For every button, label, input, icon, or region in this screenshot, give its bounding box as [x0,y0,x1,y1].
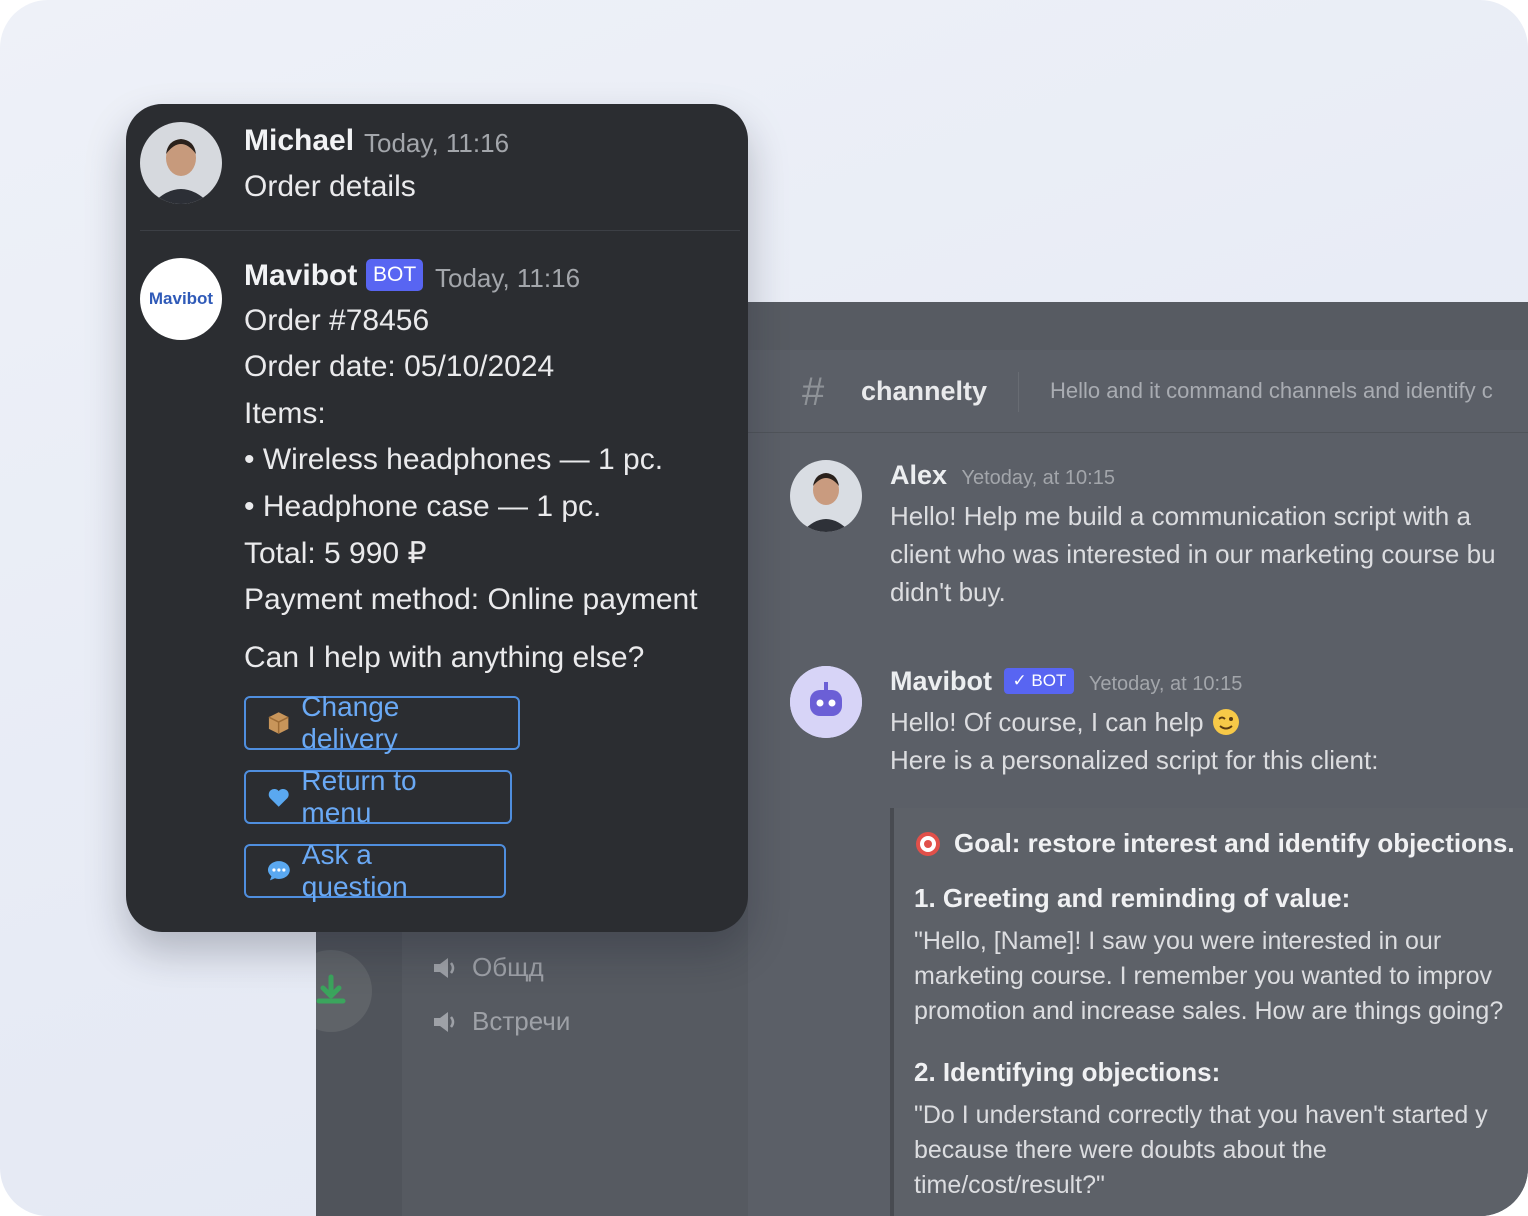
channel-name: channelty [861,376,988,406]
button-label: Ask a question [301,839,408,902]
channel-topic: Hello and it command channels and identi… [1050,378,1493,403]
voice-channel-label: Встречи [472,1006,571,1036]
timestamp: Yetoday, at 10:15 [1088,673,1243,695]
person-avatar-icon [140,122,222,204]
order-line: Payment method: Online payment [244,583,698,616]
embed-goal: Goal: restore interest and identify obje… [954,828,1515,858]
timestamp: Yetoday, at 10:15 [961,467,1115,489]
bot-embed: Goal: restore interest and identify obje… [890,808,1528,1216]
ask-question-button[interactable]: Ask a question [244,839,506,902]
avatar[interactable] [790,460,862,532]
embed-line: time/cost/result?" [914,1171,1105,1199]
embed-line: "Hello, [Name]! I saw you were intereste… [914,927,1442,955]
top-strip [748,302,1528,350]
stage: Общд Встречи # channelty Hello and it co… [0,0,1528,1216]
author-name[interactable]: Michael [244,124,354,158]
timestamp: Today, 11:16 [435,263,581,293]
hash-icon: # [802,370,825,414]
avatar[interactable] [140,122,222,204]
order-line: • Headphone case — 1 pc. [244,490,602,523]
bot-badge: ✓ BOT [1004,668,1075,694]
order-line: Order date: 05/10/2024 [244,350,555,383]
button-label: Return to menu [301,765,417,828]
robot-icon [790,666,862,738]
message-text: Hello! Of course, I can help Here is a p… [890,703,1528,779]
speaker-icon [434,957,455,978]
download-icon [316,974,346,1004]
embed-line: "Do I understand correctly that you have… [914,1101,1488,1129]
message-line: Here is a personalized script for this c… [890,745,1379,775]
message-line: client who was interested in our marketi… [890,539,1496,569]
speech-bubble-icon [267,861,290,881]
order-line: Total: 5 990 ₽ [244,537,427,570]
message-line: Hello! Of course, I can help [890,707,1204,737]
order-line: Order #78456 [244,304,430,337]
target-icon [916,831,940,856]
order-line: Items: [244,397,326,430]
author-name[interactable]: Mavibot [890,666,992,696]
author-name[interactable]: Mavibot [244,259,357,293]
embed-line: because there were doubts about the [914,1136,1327,1164]
message-line: Hello! Help me build a communication scr… [890,501,1471,531]
person-avatar-icon [790,460,862,532]
wink-emoji-icon [1212,709,1239,735]
message-line: didn't buy. [890,577,1006,607]
followup-question: Can I help with anything else? [244,641,645,674]
button-label: Change delivery [301,691,400,754]
author-name[interactable]: Alex [890,460,947,490]
embed-line: marketing course. I remember you wanted … [914,962,1493,990]
heart-icon [268,788,289,807]
embed-section-title: 2. Identifying objections: [914,1057,1221,1087]
message-text: Hello! Help me build a communication scr… [890,497,1528,611]
package-icon [268,712,289,734]
order-line: • Wireless headphones — 1 pc. [244,443,664,476]
change-delivery-button[interactable]: Change delivery [244,691,520,754]
bot-avatar[interactable] [790,666,862,738]
return-to-menu-button[interactable]: Return to menu [244,765,512,828]
message-divider [140,230,740,231]
message-text: Order details [244,170,416,203]
bot-avatar[interactable]: Mavibot [140,258,222,340]
voice-channel-item[interactable]: Общд [430,952,544,983]
voice-channel-label: Общд [472,952,544,982]
channel-header: # channelty Hello and it command channel… [748,350,1528,433]
speaker-icon [434,1011,455,1032]
embed-section-title: 1. Greeting and reminding of value: [914,883,1351,913]
mavibot-logo: Mavibot [148,289,214,308]
header-divider [1018,372,1019,412]
embed-line: promotion and increase sales. How are th… [914,997,1504,1025]
bot-badge: BOT [366,259,424,291]
voice-channel-item[interactable]: Встречи [430,1006,570,1037]
order-chat-card: Michael Today, 11:16 Order details Mavib… [126,104,748,932]
timestamp: Today, 11:16 [364,128,510,158]
